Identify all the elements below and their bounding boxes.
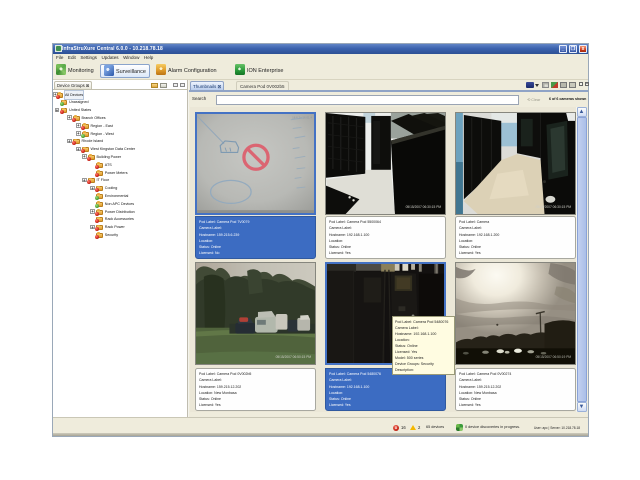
svg-text:05/15/2007 06:30:15 PM: 05/15/2007 06:30:15 PM [406,205,442,209]
svg-text:05/15/2007 06:30:15 PM: 05/15/2007 06:30:15 PM [536,205,572,209]
svg-text:05/15/2007 06:50:19 PM: 05/15/2007 06:50:19 PM [536,355,572,359]
svg-text:18.6.2x 16.01.4: 18.6.2x 16.01.4 [292,115,312,119]
svg-text:05/15/2007 06:50:15 PM: 05/15/2007 06:50:15 PM [276,355,312,359]
